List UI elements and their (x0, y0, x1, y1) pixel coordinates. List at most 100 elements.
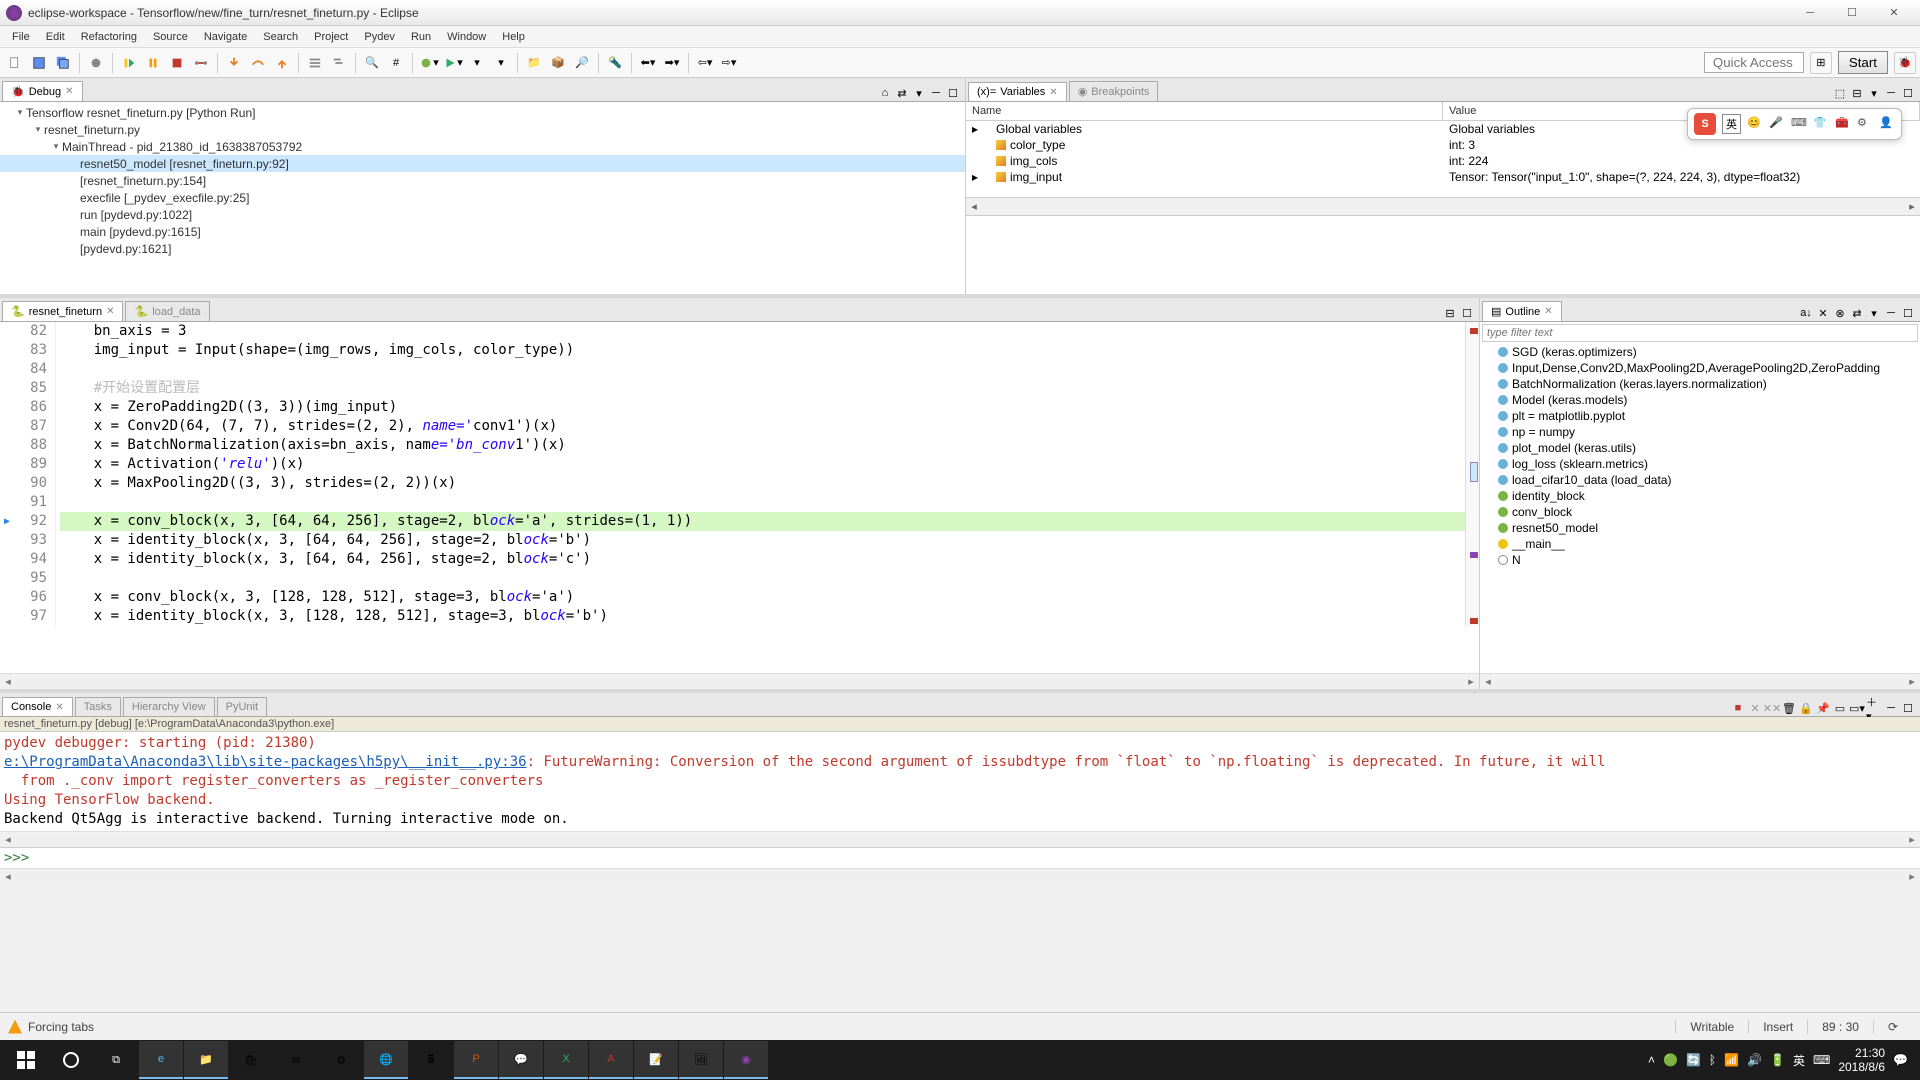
menu-file[interactable]: File (4, 29, 38, 45)
show-type-button[interactable]: ⬚ (1832, 85, 1848, 101)
chrome-taskbar-icon[interactable]: 🌐 (364, 1041, 408, 1079)
ime-user-icon[interactable]: 👤 (1879, 116, 1895, 132)
outline-item[interactable]: resnet50_model (1480, 520, 1920, 536)
debug-frame[interactable]: execfile [_pydev_execfile.py:25] (0, 189, 965, 206)
maximize-view-button[interactable]: ☐ (1900, 85, 1916, 101)
minimize-view-button[interactable]: ─ (1883, 305, 1899, 321)
console-clear-button[interactable]: 🗑 (1781, 700, 1797, 716)
explorer-taskbar-icon[interactable]: 📁 (184, 1041, 228, 1079)
editor-tab[interactable]: 🐍load_data (125, 301, 209, 321)
debug-tab[interactable]: 🐞 Debug ✕ (2, 81, 83, 101)
lint-button[interactable]: 🔍 (361, 52, 383, 74)
system-tray[interactable]: ˄ 🟢 🔄 ᛒ 📶 🔊 🔋 英 ⌨ 21:30 2018/8/6 💬 (1648, 1046, 1916, 1075)
scroll-left-icon[interactable]: ◂ (966, 200, 982, 213)
ime-floating-toolbar[interactable]: S 英 😊 🎤 ⌨ 👕 🧰 ⚙ 👤 (1687, 108, 1902, 140)
variables-hscroll[interactable]: ◂ ▸ (966, 197, 1920, 215)
close-icon[interactable]: ✕ (55, 702, 63, 713)
cortana-button[interactable] (49, 1041, 93, 1079)
edge-taskbar-icon[interactable]: e (139, 1041, 183, 1079)
acrobat-taskbar-icon[interactable]: A (589, 1041, 633, 1079)
scroll-right-icon[interactable]: ▸ (1904, 200, 1920, 213)
outline-item[interactable]: SGD (keras.optimizers) (1480, 344, 1920, 360)
sogou-icon[interactable]: S (1694, 113, 1716, 135)
debug-frame[interactable]: ▾MainThread - pid_21380_id_1638387053792 (0, 138, 965, 155)
open-type-button[interactable]: 🔎 (571, 52, 593, 74)
minimize-view-button[interactable]: ─ (928, 85, 944, 101)
col-name[interactable]: Name (966, 102, 1443, 120)
menu-source[interactable]: Source (145, 29, 196, 45)
wechat-taskbar-icon[interactable]: 💬 (499, 1041, 543, 1079)
back-history-button[interactable]: ⇦▾ (694, 52, 716, 74)
console-prompt[interactable]: >>> (0, 847, 1920, 868)
collapse-button[interactable]: ⊟ (1849, 85, 1865, 101)
powerpoint-taskbar-icon[interactable]: P (454, 1041, 498, 1079)
breakpoints-tab[interactable]: ◉ Breakpoints (1069, 81, 1159, 101)
tray-keyboard-icon[interactable]: ⌨ (1813, 1053, 1830, 1067)
next-annotation-button[interactable]: ➡▾ (661, 52, 683, 74)
ime-skin-icon[interactable]: 👕 (1813, 116, 1829, 132)
menu-pydev[interactable]: Pydev (356, 29, 403, 45)
notepad-taskbar-icon[interactable]: 📝 (634, 1041, 678, 1079)
debug-tree[interactable]: ▾Tensorflow resnet_fineturn.py [Python R… (0, 102, 965, 259)
outline-item[interactable]: np = numpy (1480, 424, 1920, 440)
outline-item[interactable]: Model (keras.models) (1480, 392, 1920, 408)
outline-hscroll[interactable]: ◂▸ (1480, 673, 1920, 689)
menu-help[interactable]: Help (494, 29, 533, 45)
outline-list[interactable]: SGD (keras.optimizers)Input,Dense,Conv2D… (1480, 344, 1920, 568)
new-package-button[interactable]: 📦 (547, 52, 569, 74)
vars-menu-button[interactable]: ▾ (1866, 85, 1882, 101)
console-pin-button[interactable]: 📌 (1815, 700, 1831, 716)
tray-app-icon[interactable]: 🟢 (1663, 1053, 1678, 1067)
menu-edit[interactable]: Edit (38, 29, 73, 45)
variable-detail-pane[interactable] (966, 215, 1920, 294)
open-perspective-button[interactable]: ⊞ (1810, 52, 1832, 74)
editor-hscroll[interactable]: ◂▸ (0, 673, 1479, 689)
console-open-button[interactable]: ▭▾ (1849, 700, 1865, 716)
status-updates-icon[interactable]: ⟳ (1873, 1020, 1912, 1034)
resume-button[interactable] (118, 52, 140, 74)
comment-button[interactable]: # (385, 52, 407, 74)
maximize-button[interactable]: ☐ (1832, 2, 1872, 24)
console-tab-console[interactable]: Console✕ (2, 697, 73, 716)
step-over-button[interactable] (247, 52, 269, 74)
step-into-button[interactable] (223, 52, 245, 74)
console-tab-tasks[interactable]: Tasks (75, 697, 121, 716)
ime-voice-icon[interactable]: 🎤 (1769, 116, 1785, 132)
eclipse-taskbar-icon[interactable]: ◉ (724, 1041, 768, 1079)
debug-frame[interactable]: ▾Tensorflow resnet_fineturn.py [Python R… (0, 104, 965, 121)
outline-filter-input[interactable] (1482, 324, 1918, 342)
outline-item[interactable]: log_loss (sklearn.metrics) (1480, 456, 1920, 472)
outline-item[interactable]: identity_block (1480, 488, 1920, 504)
variable-row[interactable]: img_colsint: 224 (966, 153, 1920, 169)
link-editor-button[interactable]: ⇄ (1849, 305, 1865, 321)
tray-network-icon[interactable]: 📶 (1724, 1053, 1739, 1067)
tray-up-icon[interactable]: ˄ (1648, 1053, 1655, 1067)
maximize-view-button[interactable]: ☐ (1900, 305, 1916, 321)
console-hscroll[interactable]: ◂▸ (0, 831, 1920, 847)
new-wizard-button[interactable]: 📁 (523, 52, 545, 74)
fwd-history-button[interactable]: ⇨▾ (718, 52, 740, 74)
close-icon[interactable]: ✕ (1049, 87, 1057, 98)
outline-menu-button[interactable]: ▾ (1866, 305, 1882, 321)
toggle-block-button[interactable] (328, 52, 350, 74)
search-button[interactable]: 🔦 (604, 52, 626, 74)
tray-ime-icon[interactable]: 英 (1793, 1052, 1805, 1069)
close-icon[interactable]: ✕ (65, 86, 73, 97)
ime-lang-toggle[interactable]: 英 (1722, 114, 1741, 134)
skip-breakpoints-button[interactable] (85, 52, 107, 74)
ime-settings-icon[interactable]: ⚙ (1857, 116, 1873, 132)
minimize-button[interactable]: ─ (1790, 2, 1830, 24)
hide-static-button[interactable]: ⊗ (1832, 305, 1848, 321)
console-display-button[interactable]: ▭ (1832, 700, 1848, 716)
outline-item[interactable]: N (1480, 552, 1920, 568)
sort-button[interactable]: a↓ (1798, 305, 1814, 321)
disconnect-button[interactable] (190, 52, 212, 74)
step-return-button[interactable] (271, 52, 293, 74)
maximize-view-button[interactable]: ☐ (1900, 700, 1916, 716)
debug-frame[interactable]: ▾resnet_fineturn.py (0, 121, 965, 138)
close-button[interactable]: ✕ (1874, 2, 1914, 24)
outline-tab[interactable]: ▤ Outline ✕ (1482, 301, 1562, 321)
variable-row[interactable]: ▸img_inputTensor: Tensor("input_1:0", sh… (966, 169, 1920, 185)
close-icon[interactable]: ✕ (1544, 306, 1552, 317)
outline-toggle-button[interactable] (304, 52, 326, 74)
